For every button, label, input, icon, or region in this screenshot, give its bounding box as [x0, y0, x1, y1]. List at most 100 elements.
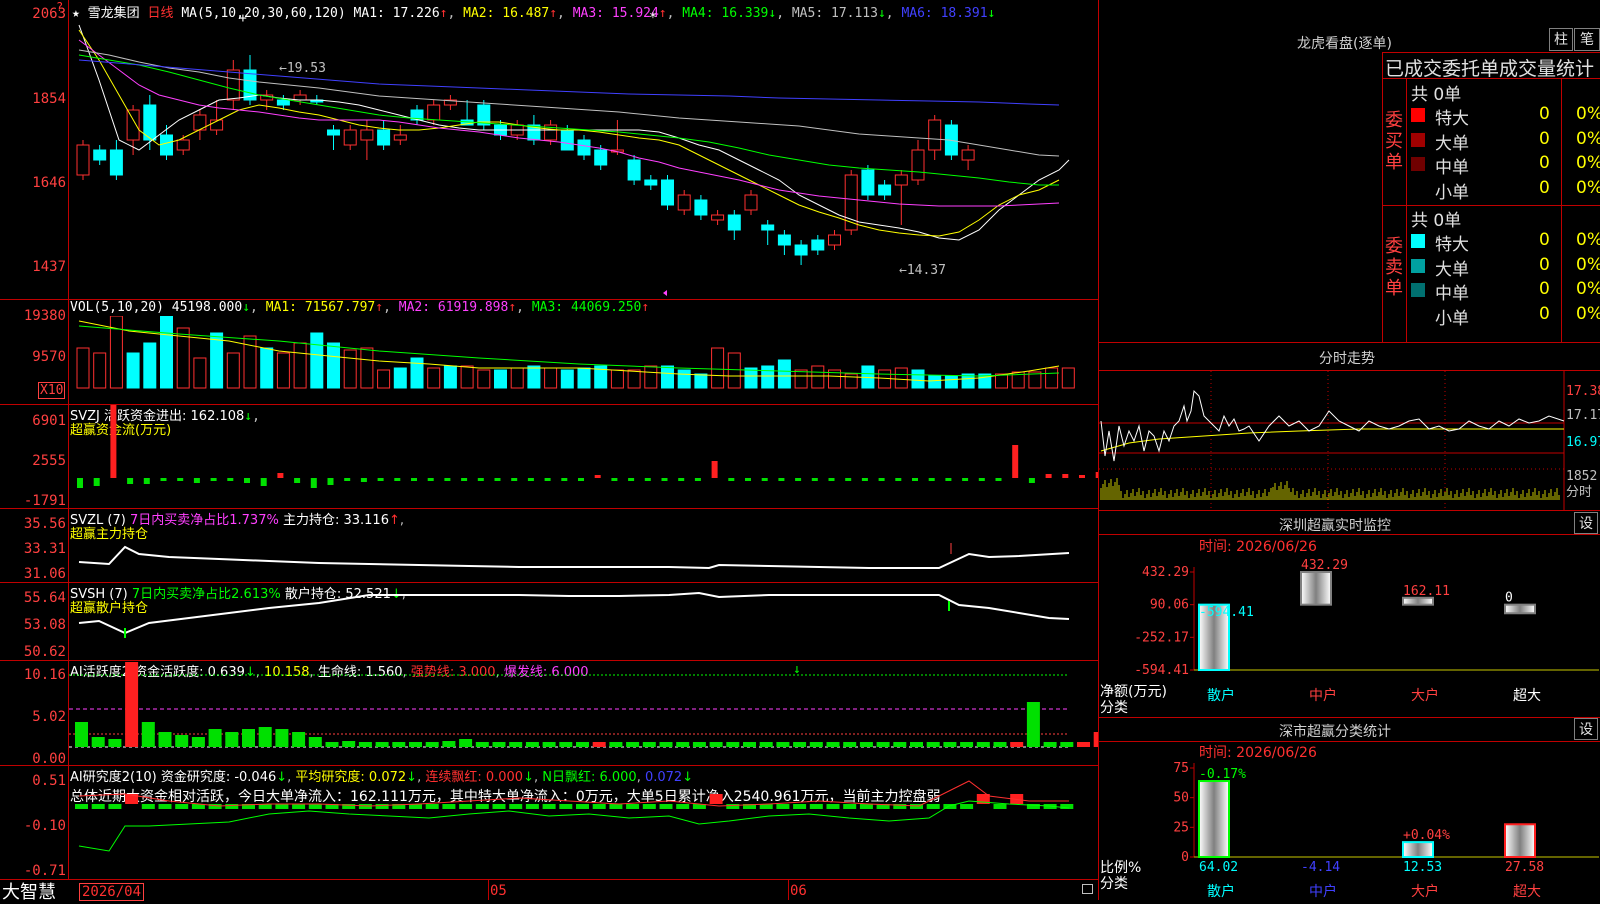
volume-bar [894, 367, 908, 389]
ai-active-bar [191, 737, 205, 747]
ai-active-bar [843, 742, 857, 747]
svzj-bar [628, 478, 635, 481]
ai-research-bar [225, 804, 239, 809]
candlestick-chart[interactable]: ←19.53 ←14.37 + * [69, 0, 1098, 299]
sz-class-title: 深市超赢分类统计 [1279, 724, 1391, 740]
ai-research-bar [726, 804, 740, 809]
candle-body [894, 174, 908, 186]
candle-body [226, 69, 240, 101]
ai-research-bar [709, 794, 723, 804]
category-name-label: 大户 [1411, 883, 1439, 900]
y-tick: 53.08 [23, 617, 66, 633]
svzj-bar [1062, 474, 1069, 478]
svzj-bar [1045, 474, 1052, 478]
ai-research-bar [559, 804, 573, 809]
ai-active-bar [492, 742, 506, 747]
candle-body [360, 129, 374, 141]
category-bar [1504, 823, 1536, 859]
ai-active-bar [459, 739, 473, 747]
y-tick: -0.10 [23, 818, 66, 834]
ai-research-bar [793, 804, 807, 809]
ai-research-bar [960, 804, 974, 809]
lock-icon[interactable] [1082, 884, 1093, 894]
svzj-bar [578, 478, 584, 481]
main-chart-area[interactable]: ★ 雪龙集团 日线 MA(5,10,20,30,60,120) MA1: 17.… [0, 0, 1099, 903]
volume-bar [226, 352, 240, 389]
category-name-label: 中户 [1309, 687, 1337, 704]
svsh-chart[interactable] [69, 583, 1098, 660]
volume-bar [727, 352, 741, 389]
y-tick: 0.00 [32, 751, 66, 767]
size-color-swatch [1411, 258, 1425, 273]
ai-active-bar [659, 742, 673, 747]
volume-bar [393, 367, 407, 389]
ai-active-bar [826, 742, 840, 747]
candle-body [343, 129, 357, 146]
svzj-bar [110, 405, 117, 478]
tick-mode-button[interactable]: 笔 [1574, 28, 1600, 51]
svzl-chart[interactable] [69, 509, 1098, 582]
ai-active-bar [158, 732, 172, 747]
svg-text:17.38: 17.38 [1566, 384, 1600, 399]
candle-body [828, 234, 841, 246]
ai-active-bar [809, 742, 823, 747]
ai-active-bar [1010, 742, 1024, 747]
ai-active-chart[interactable]: ↓ [69, 661, 1098, 765]
volume-bar [761, 365, 775, 389]
svzj-bar [444, 478, 451, 481]
svzj-bar [962, 478, 969, 481]
ai-research-bar [425, 804, 439, 809]
svzj-bar [1012, 445, 1019, 478]
svzj-bar [761, 478, 768, 481]
sz-class-settings-button[interactable]: 设 [1574, 718, 1598, 740]
ai-research-bar [926, 804, 940, 809]
svzj-bar [995, 478, 1002, 481]
volume-bar [193, 357, 207, 389]
volume-bar [1061, 367, 1075, 389]
volume-bar [794, 369, 808, 389]
ai-active-bar [292, 732, 306, 747]
category-name-label: 散户 [1207, 883, 1235, 900]
y-tick: 9570 [32, 349, 66, 365]
candle-body [777, 234, 791, 246]
svzj-bar [544, 478, 551, 481]
svzj-chart[interactable] [69, 405, 1098, 508]
volume-bar [360, 347, 374, 389]
order-size-row: 特大 0 0% [1411, 230, 1600, 255]
size-pct: 0% [1576, 303, 1600, 324]
volume-bar [494, 369, 507, 389]
volume-chart[interactable] [69, 316, 1098, 404]
volume-bar [76, 347, 90, 389]
ai-research-bar [158, 804, 172, 809]
candle-body [794, 244, 808, 256]
volume-bar [93, 352, 107, 389]
svzj-bar [511, 478, 518, 481]
candle-body [93, 149, 107, 161]
svzj-bar [611, 478, 618, 481]
volume-bar [911, 369, 925, 389]
size-pct: 0% [1576, 254, 1600, 275]
svzj-bar [260, 478, 267, 486]
volume-bar [243, 335, 257, 389]
ai-research-bar [75, 804, 88, 809]
ai-research-chart[interactable] [69, 766, 1098, 879]
svzj-bar [377, 478, 384, 481]
y-tick: 35.56 [23, 516, 66, 532]
volume-bar [928, 375, 942, 389]
sz-monitor-settings-button[interactable]: 设 [1574, 512, 1598, 534]
candle-body [577, 139, 591, 156]
sz-monitor-chart[interactable]: 432.29 90.06 -252.17 -594.41 -594.41 散户 432.29… [1099, 552, 1600, 717]
volume-bar [143, 342, 157, 389]
ai-active-bar [676, 742, 690, 747]
ai-active-bar [726, 742, 740, 747]
svg-text:16.97: 16.97 [1566, 435, 1600, 450]
intraday-chart[interactable]: 17.38 17.17 16.97 1852 分时 [1099, 371, 1600, 510]
bar-mode-button[interactable]: 柱 [1549, 28, 1573, 51]
sz-class-chart[interactable]: 75 50 25 0 64.02 -0.17% 散户 -4.14 中户 12.53 +0.04% 大户… [1099, 758, 1600, 900]
svzj-bar [527, 478, 534, 481]
category-name-label: 大户 [1411, 687, 1439, 704]
svzj-bar [795, 478, 802, 481]
ai-active-bar [225, 732, 239, 747]
x-label-month: 06 [790, 883, 807, 899]
buy-count: 共 0单 [1411, 85, 1462, 105]
